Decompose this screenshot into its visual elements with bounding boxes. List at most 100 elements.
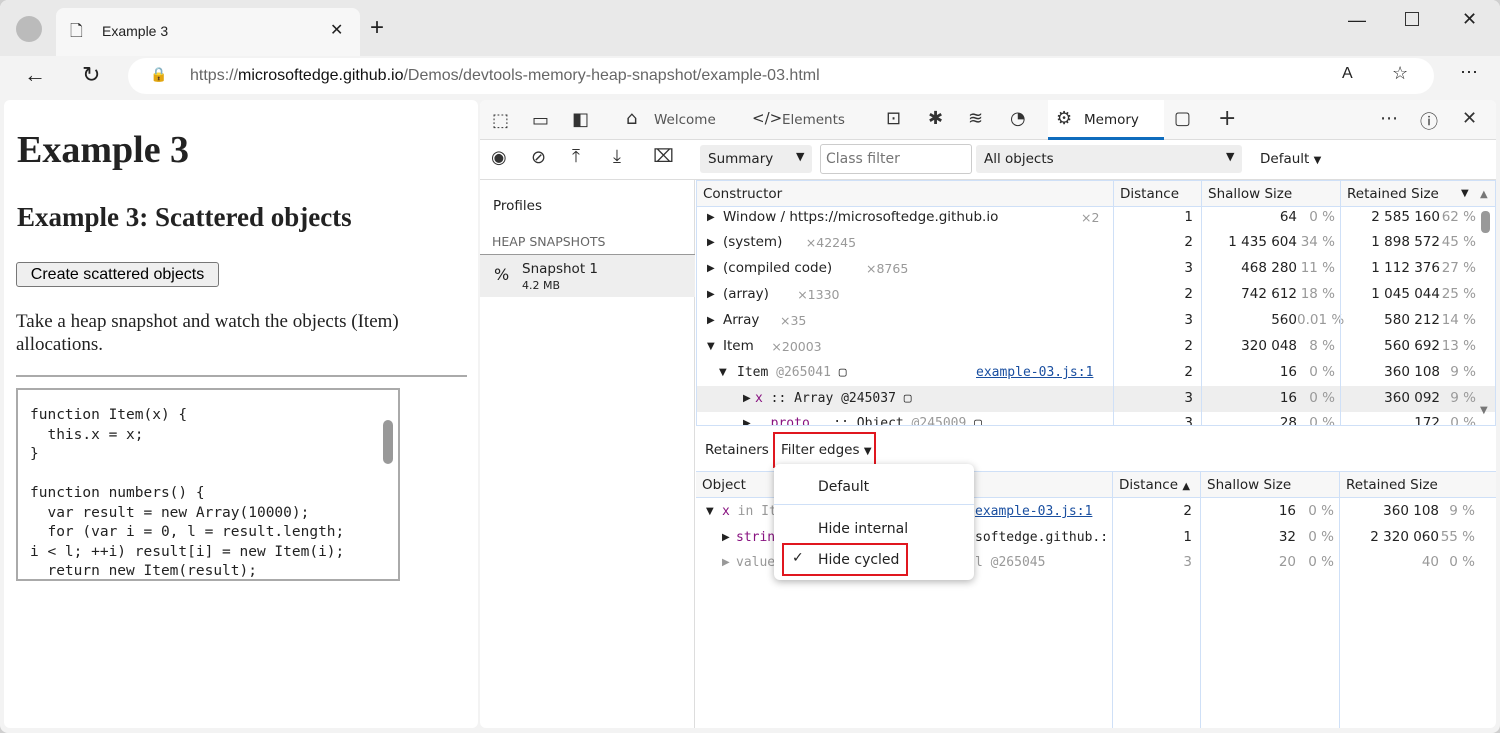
retainer-detail: softedge.github.: — [975, 529, 1109, 545]
expanded-arrow-icon[interactable]: ▼ — [707, 334, 715, 359]
distance-cell: 1 — [1183, 528, 1192, 545]
column-constructor[interactable]: Constructor — [703, 181, 782, 207]
collapsed-arrow-icon[interactable]: ▶ — [707, 308, 715, 333]
code-text: function Item(x) { this.x = x; } functio… — [30, 407, 345, 579]
retainer-edge: value — [736, 555, 776, 570]
table-row[interactable]: ▶ x :: Array @245037 ▢ 3 16 0 % 360 092 … — [697, 386, 1495, 412]
retained-pct-cell: 9 % — [1450, 390, 1476, 406]
performance-icon[interactable]: ◔ — [1010, 108, 1026, 129]
create-scattered-objects-button[interactable]: Create scattered objects — [16, 262, 219, 287]
application-icon[interactable]: ▢ — [1174, 108, 1191, 129]
add-tab-icon[interactable]: + — [1218, 106, 1236, 131]
column-distance[interactable]: Distance ▲ — [1119, 472, 1190, 500]
wifi-icon[interactable]: ≋ — [968, 108, 983, 129]
retainers-label: Retainers — [705, 442, 769, 458]
snapshot-icon: % — [494, 265, 510, 284]
column-distance[interactable]: Distance — [1120, 181, 1179, 207]
home-icon[interactable]: ⌂ — [626, 108, 637, 129]
property-edge: __proto__ :: Object @245009 ▢ — [755, 411, 982, 425]
snapshot-item[interactable]: % Snapshot 1 4.2 MB — [480, 254, 695, 297]
retained-pct-cell: 62 % — [1441, 209, 1476, 225]
table-row[interactable]: ▶ __proto__ :: Object @245009 ▢ 3 28 0 %… — [697, 411, 1495, 425]
constructor-name: Window / https://microsoftedge.github.io — [723, 209, 999, 225]
scrollbar-thumb[interactable] — [383, 420, 393, 464]
objects-select[interactable]: All objects ▼ — [976, 145, 1242, 173]
tab-elements[interactable]: Elements — [782, 112, 845, 128]
inspect-icon[interactable]: ⬚ — [492, 110, 509, 131]
reveal-icon[interactable]: ▢ — [839, 365, 847, 380]
table-scrollbar-thumb[interactable] — [1481, 211, 1490, 233]
dock-icon[interactable]: ◧ — [572, 109, 589, 130]
more-tools-icon[interactable]: ⋯ — [1380, 108, 1398, 129]
table-row[interactable]: ▼ Item @265041 ▢ example-03.js:1 2 16 0 … — [697, 360, 1495, 386]
reveal-icon[interactable]: ▢ — [974, 416, 982, 425]
collapsed-arrow-icon[interactable]: ▶ — [707, 230, 715, 255]
column-object[interactable]: Object — [702, 472, 746, 498]
read-aloud-icon[interactable]: A — [1342, 65, 1353, 83]
shallow-pct-cell: 0 % — [1309, 209, 1335, 225]
chevron-down-icon: ▼ — [796, 150, 805, 163]
column-retained-size[interactable]: Retained Size — [1347, 181, 1439, 207]
retained-pct-cell: 25 % — [1441, 286, 1476, 302]
distance-cell: 3 — [1184, 260, 1193, 276]
profile-avatar[interactable] — [16, 16, 42, 42]
tab-memory-label: Memory — [1084, 112, 1139, 128]
collapsed-arrow-icon[interactable]: ▶ — [707, 256, 715, 281]
expanded-arrow-icon[interactable]: ▼ — [706, 499, 714, 524]
collapsed-arrow-icon[interactable]: ▶ — [743, 386, 751, 411]
close-window-icon[interactable]: ✕ — [1462, 9, 1477, 30]
collapsed-arrow-icon[interactable]: ▶ — [722, 525, 730, 550]
collapsed-arrow-icon[interactable]: ▶ — [722, 550, 730, 575]
column-shallow-size[interactable]: Shallow Size — [1207, 472, 1291, 498]
column-shallow-size[interactable]: Shallow Size — [1208, 181, 1292, 207]
save-icon[interactable]: ⤓ — [613, 146, 621, 167]
help-icon[interactable]: ⓘ — [1420, 108, 1438, 134]
collapsed-arrow-icon[interactable]: ▶ — [743, 411, 751, 425]
load-icon[interactable]: ⤒ — [572, 146, 580, 167]
distance-cell: 1 — [1184, 209, 1193, 225]
collapsed-arrow-icon[interactable]: ▶ — [707, 282, 715, 307]
view-select[interactable]: Summary ▼ — [700, 145, 812, 173]
code-textarea[interactable]: function Item(x) { this.x = x; } functio… — [16, 388, 400, 581]
address-bar[interactable]: 🔒 https://microsoftedge.github.io/Demos/… — [128, 58, 1434, 94]
table-row[interactable]: ▼ Item ×20003 2 320 048 8 % 560 692 13 % — [697, 334, 1495, 360]
scroll-down-icon[interactable]: ▼ — [1480, 405, 1488, 416]
minimize-icon[interactable]: — — [1348, 10, 1366, 31]
scroll-up-icon[interactable]: ▲ — [1480, 189, 1488, 200]
table-row[interactable]: ▶ Array ×35 3 560 0.01 % 580 212 14 % — [697, 308, 1495, 334]
tab-memory[interactable]: ⚙ Memory — [1048, 100, 1164, 140]
menu-item-hide-internal[interactable]: Hide internal — [818, 521, 908, 537]
more-icon[interactable]: ⋯ — [1460, 62, 1478, 83]
clear-icon[interactable]: ⊘ — [531, 147, 546, 168]
table-row[interactable]: ▶ (array) ×1330 2 742 612 18 % 1 045 044… — [697, 282, 1495, 308]
collect-garbage-icon[interactable]: ⌧ — [653, 146, 674, 167]
back-icon[interactable]: ← — [24, 62, 46, 88]
source-link[interactable]: example-03.js:1 — [976, 360, 1093, 385]
retained-size-cell: 360 108 — [1383, 503, 1439, 519]
refresh-icon[interactable]: ↻ — [82, 62, 100, 88]
table-row[interactable]: ▶ (compiled code) ×8765 3 468 280 11 % 1… — [697, 256, 1495, 282]
tab-welcome[interactable]: Welcome — [654, 112, 716, 128]
retainer-detail[interactable]: example-03.js:1 — [975, 499, 1092, 524]
maximize-icon[interactable] — [1405, 12, 1419, 26]
menu-item-default[interactable]: Default — [818, 479, 869, 495]
close-tab-icon[interactable]: ✕ — [330, 20, 343, 40]
expanded-arrow-icon[interactable]: ▼ — [719, 360, 727, 385]
table-row[interactable]: ▶ Window / https://microsoftedge.github.… — [697, 205, 1495, 231]
reveal-icon[interactable]: ▢ — [904, 391, 912, 406]
default-select[interactable]: Default ▼ — [1260, 151, 1321, 167]
shallow-pct-cell: 18 % — [1300, 286, 1335, 302]
favorite-icon[interactable]: ☆ — [1392, 63, 1408, 84]
column-retained-size[interactable]: Retained Size — [1346, 472, 1438, 498]
record-icon[interactable]: ◉ — [491, 147, 507, 168]
device-emulation-icon[interactable]: ▭ — [532, 110, 549, 131]
new-tab-icon[interactable]: + — [370, 14, 384, 42]
close-devtools-icon[interactable]: ✕ — [1462, 108, 1477, 129]
class-filter-input[interactable] — [820, 144, 972, 174]
table-row[interactable]: ▶ (system) ×42245 2 1 435 604 34 % 1 898… — [697, 230, 1495, 256]
retained-size-cell: 360 108 — [1384, 364, 1440, 380]
bug-icon[interactable]: ✱ — [928, 108, 943, 129]
console-icon[interactable]: ⊡ — [886, 108, 901, 129]
browser-tab[interactable]: 🗋 Example 3 ✕ — [56, 8, 360, 56]
collapsed-arrow-icon[interactable]: ▶ — [707, 205, 715, 230]
